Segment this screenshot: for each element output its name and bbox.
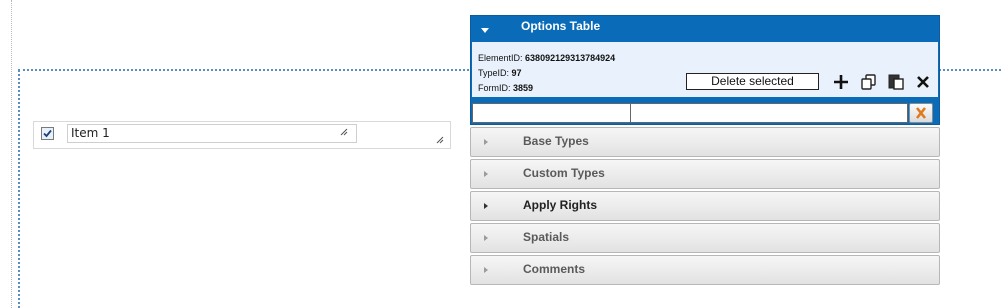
filter-input-secondary[interactable] xyxy=(630,103,908,123)
resize-grip-icon[interactable] xyxy=(340,128,348,136)
clear-filter-button[interactable] xyxy=(909,103,933,123)
panel-title: Options Table xyxy=(521,19,601,33)
paste-icon[interactable] xyxy=(887,73,905,91)
checkbox-item-row: Item 1 xyxy=(33,121,451,149)
accordion-spatials[interactable]: Spatials xyxy=(470,223,940,253)
accordion-label: Apply Rights xyxy=(523,198,597,212)
type-id-text: TypeID: 97 xyxy=(478,68,522,78)
expand-arrow-icon xyxy=(484,267,488,273)
item-checkbox[interactable] xyxy=(41,127,54,140)
accordion-comments[interactable]: Comments xyxy=(470,255,940,285)
selection-outline-left xyxy=(18,70,20,308)
accordion-apply-rights[interactable]: Apply Rights xyxy=(470,191,940,221)
expand-arrow-icon xyxy=(484,139,488,145)
add-icon[interactable] xyxy=(832,73,850,91)
accordion-label: Spatials xyxy=(523,230,570,244)
accordion-label: Comments xyxy=(523,262,586,276)
item-label-input[interactable]: Item 1 xyxy=(67,124,357,143)
collapse-arrow-icon[interactable] xyxy=(481,28,489,33)
delete-selected-button[interactable]: Delete selected xyxy=(686,73,819,90)
clear-filter-icon xyxy=(915,107,927,119)
accordion-label: Custom Types xyxy=(523,166,605,180)
form-id-text: FormID: 3859 xyxy=(478,83,534,93)
options-table-panel: Options Table ElementID: 638092129313784… xyxy=(470,15,940,125)
element-id-text: ElementID: 638092129313784924 xyxy=(478,53,616,63)
filter-row xyxy=(472,103,938,123)
accordion-base-types[interactable]: Base Types xyxy=(470,127,940,157)
close-icon[interactable] xyxy=(914,73,932,91)
canvas-guide-vertical xyxy=(11,0,12,308)
resize-grip-icon[interactable] xyxy=(436,136,444,144)
expand-arrow-icon xyxy=(484,203,488,209)
checkmark-icon xyxy=(43,129,52,138)
expand-arrow-icon xyxy=(484,235,488,241)
panel-body: ElementID: 638092129313784924 TypeID: 97… xyxy=(472,42,938,97)
expand-arrow-icon xyxy=(484,171,488,177)
accordion-label: Base Types xyxy=(523,134,589,148)
copy-icon[interactable] xyxy=(860,73,878,91)
accordion-custom-types[interactable]: Custom Types xyxy=(470,159,940,189)
filter-input-primary[interactable] xyxy=(472,103,631,123)
panel-header[interactable]: Options Table xyxy=(471,16,939,38)
